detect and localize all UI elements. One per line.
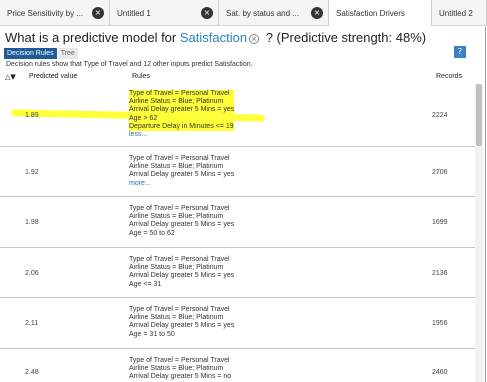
tab-tree[interactable]: Tree [57, 48, 78, 59]
more-link[interactable]: more... [129, 180, 151, 187]
rule-line: Age > 62 [129, 114, 235, 123]
rule-line: Type of Travel = Personal Travel [129, 357, 230, 364]
rule-line: Age = 50 to 62 [129, 229, 175, 237]
rule-line: Arrival Delay greater 5 Mins = yes [129, 221, 235, 229]
tab-untitled-2[interactable]: Untitled 2 [432, 0, 487, 26]
rule-line: Arrival Delay greater 5 Mins = yes [129, 171, 235, 179]
predicted-value: 2.06 [25, 270, 39, 277]
rule-line: Type of Travel = Personal Travel [129, 306, 230, 313]
help-icon[interactable]: ? [454, 46, 466, 58]
description-text: Decision rules show that Type of Travel … [6, 61, 253, 68]
close-icon[interactable]: × [92, 7, 104, 19]
table-header: △▼ Predicted value Rules Records [0, 72, 475, 83]
tab-satisfaction-drivers[interactable]: Satisfaction Drivers [329, 0, 432, 26]
record-count: 1956 [432, 320, 448, 327]
rule-line: Departure Delay in Minutes <= 19 [129, 122, 235, 132]
page-header: What is a predictive model for Satisfact… [0, 27, 487, 47]
scrollbar-thumb[interactable] [476, 84, 482, 146]
less-link[interactable]: less... [129, 131, 147, 138]
record-count: 2136 [432, 270, 448, 277]
tab-label: Untitled 1 [117, 8, 151, 18]
rule-line: Type of Travel = Personal Travel [129, 205, 230, 212]
table-row[interactable]: 1.98 Type of Travel = Personal Travel Ai… [0, 197, 475, 248]
tab-bar: Price Sensitivity by ... × Untitled 1 × … [0, 0, 487, 26]
rule-line: Type of Travel = Personal Travel [129, 256, 230, 263]
predicted-value: 1.92 [25, 169, 39, 176]
question-suffix: ? (Predictive strength: 48%) [265, 30, 427, 45]
target-field[interactable]: Satisfaction [180, 30, 247, 45]
predicted-value: 1.98 [25, 219, 39, 226]
rule-line: Airline Status = Blue; Platinum [129, 264, 224, 272]
tab-label: Price Sensitivity by ... [7, 8, 84, 18]
record-count: 1699 [432, 219, 448, 226]
view-switcher: Decision Rules Tree [4, 48, 79, 59]
rule-list: Type of Travel = Personal Travel Airline… [129, 306, 234, 339]
rule-line: Arrival Delay greater 5 Mins = yes [129, 106, 235, 115]
rule-line: Age = 31 to 50 [129, 330, 175, 338]
rule-list: Type of Travel = Personal Travel Airline… [129, 256, 234, 289]
table-row[interactable]: 2.48 Type of Travel = Personal Travel Ai… [0, 349, 475, 382]
sort-icon[interactable]: △▼ [5, 73, 16, 81]
tab-price-sensitivity[interactable]: Price Sensitivity by ... × [0, 0, 110, 26]
record-count: 2706 [432, 169, 448, 176]
rule-line: Airline Status = Blue; Platinum [129, 213, 224, 221]
tab-label: Satisfaction Drivers [336, 8, 405, 18]
table-row[interactable]: 2.06 Type of Travel = Personal Travel Ai… [0, 248, 475, 298]
rule-line: Arrival Delay greater 5 Mins = no [129, 373, 232, 381]
rule-line: Airline Status = Blue; Platinum [129, 314, 224, 322]
tab-label: Untitled 2 [439, 8, 473, 18]
tab-label: Sat. by status and ... [226, 8, 299, 18]
table-row[interactable]: 1.89 Type of Travel = Personal Travel Ai… [0, 84, 475, 147]
predicted-value: 1.89 [25, 112, 39, 119]
record-count: 2460 [432, 369, 448, 376]
column-header-predicted[interactable]: Predicted value [29, 73, 77, 80]
panel-border [485, 27, 486, 382]
question-prefix: What is a predictive model for [5, 30, 177, 45]
rule-list: Type of Travel = Personal Travel Airline… [129, 205, 234, 238]
rule-line: Age <= 31 [129, 280, 162, 288]
rule-line: Arrival Delay greater 5 Mins = yes [129, 322, 235, 330]
rule-list: Type of Travel = Personal Travel Airline… [129, 90, 235, 139]
predicted-value: 2.48 [25, 369, 39, 376]
table-row[interactable]: 2.11 Type of Travel = Personal Travel Ai… [0, 298, 475, 349]
page-title: What is a predictive model for Satisfact… [5, 30, 426, 45]
tab-untitled-1[interactable]: Untitled 1 × [110, 0, 219, 26]
rule-line: Airline Status = Blue; Platinum [129, 163, 224, 171]
record-count: 2224 [432, 112, 448, 119]
tab-sat-by-status[interactable]: Sat. by status and ... × [219, 0, 329, 26]
column-header-records[interactable]: Records [436, 73, 462, 80]
close-icon[interactable]: × [311, 7, 323, 19]
rule-line: Airline Status = Blue; Platinum [129, 98, 235, 107]
tab-decision-rules[interactable]: Decision Rules [4, 48, 57, 59]
table-row[interactable]: 1.92 Type of Travel = Personal Travel Ai… [0, 147, 475, 197]
predicted-value: 2.11 [25, 320, 39, 327]
clear-target-icon[interactable]: × [249, 34, 260, 44]
close-icon[interactable]: × [201, 7, 213, 19]
column-header-rules: Rules [132, 73, 150, 80]
rule-line: Type of Travel = Personal Travel [129, 155, 230, 162]
rules-table: 1.89 Type of Travel = Personal Travel Ai… [0, 84, 475, 382]
rule-line: Airline Status = Blue; Platinum [129, 365, 224, 373]
rule-list: Type of Travel = Personal Travel Airline… [129, 155, 234, 188]
rule-line: Type of Travel = Personal Travel [129, 90, 235, 99]
rule-line: Arrival Delay greater 5 Mins = yes [129, 272, 235, 280]
rule-list: Type of Travel = Personal Travel Airline… [129, 357, 231, 382]
